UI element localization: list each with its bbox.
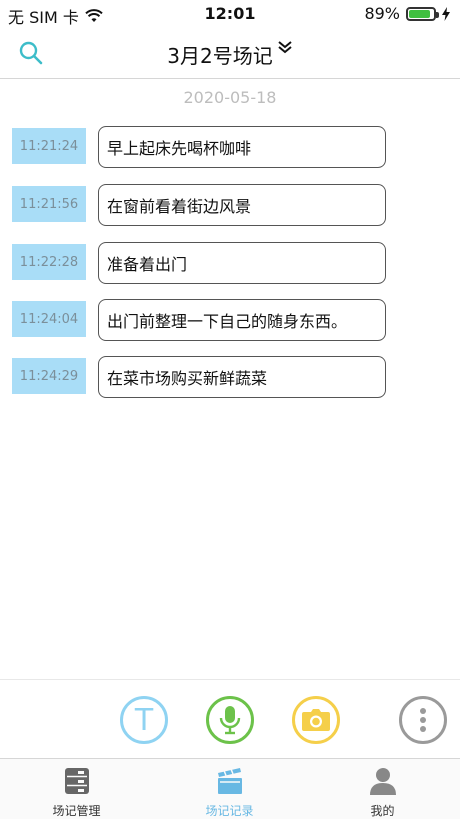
more-vertical-icon bbox=[420, 708, 426, 732]
tab-label: 我的 bbox=[370, 804, 395, 818]
entry-text[interactable]: 准备着出门 bbox=[98, 242, 386, 284]
list-item[interactable]: 11:21:24 早上起床先喝杯咖啡 bbox=[0, 126, 460, 172]
tab-label: 场记记录 bbox=[205, 804, 254, 818]
tab-record-management[interactable]: 场记管理 bbox=[0, 759, 153, 819]
tab-label: 场记管理 bbox=[52, 804, 101, 818]
microphone-icon bbox=[219, 706, 241, 735]
battery-percent: 89% bbox=[364, 4, 400, 23]
voice-record-button[interactable] bbox=[206, 696, 254, 744]
tab-bar: 场记管理 场记记录 我的 bbox=[0, 758, 460, 819]
battery-fill bbox=[409, 9, 431, 18]
entry-text[interactable]: 在菜市场购买新鲜蔬菜 bbox=[98, 356, 386, 398]
list-item[interactable]: 11:21:56 在窗前看着街边风景 bbox=[0, 184, 460, 230]
tab-record-log[interactable]: 场记记录 bbox=[153, 759, 306, 819]
entry-text[interactable]: 早上起床先喝杯咖啡 bbox=[98, 126, 386, 168]
more-button[interactable] bbox=[399, 696, 447, 744]
page-title: 3月2号场记 bbox=[167, 44, 273, 68]
entry-timestamp: 11:22:28 bbox=[12, 244, 86, 280]
chevron-down-double-icon bbox=[277, 40, 293, 58]
camera-button[interactable] bbox=[292, 696, 340, 744]
entry-timestamp: 11:21:24 bbox=[12, 128, 86, 164]
clapperboard-icon bbox=[217, 768, 242, 794]
list-item[interactable]: 11:24:29 在菜市场购买新鲜蔬菜 bbox=[0, 356, 460, 402]
nav-header: 3月2号场记 bbox=[0, 28, 460, 79]
text-icon: T bbox=[134, 702, 154, 738]
battery-icon bbox=[406, 6, 439, 21]
entry-timestamp: 11:24:04 bbox=[12, 301, 86, 337]
camera-icon bbox=[302, 709, 330, 731]
text-input-button[interactable]: T bbox=[120, 696, 168, 744]
storage-icon bbox=[64, 768, 89, 794]
status-bar: 无 SIM 卡 12:01 89% bbox=[0, 0, 460, 28]
charging-icon bbox=[442, 6, 450, 21]
battery-status: 89% bbox=[364, 4, 450, 23]
entry-text[interactable]: 在窗前看着街边风景 bbox=[98, 184, 386, 226]
entry-timestamp: 11:21:56 bbox=[12, 186, 86, 222]
record-date: 2020-05-18 bbox=[183, 88, 277, 107]
list-item[interactable]: 11:22:28 准备着出门 bbox=[0, 242, 460, 288]
tab-profile[interactable]: 我的 bbox=[306, 759, 459, 819]
scene-title-dropdown[interactable]: 3月2号场记 bbox=[0, 40, 460, 69]
user-icon bbox=[369, 768, 396, 795]
input-toolbar: T bbox=[0, 679, 460, 758]
list-item[interactable]: 11:24:04 出门前整理一下自己的随身东西。 bbox=[0, 299, 460, 345]
entry-text[interactable]: 出门前整理一下自己的随身东西。 bbox=[98, 299, 386, 341]
entry-timestamp: 11:24:29 bbox=[12, 358, 86, 394]
